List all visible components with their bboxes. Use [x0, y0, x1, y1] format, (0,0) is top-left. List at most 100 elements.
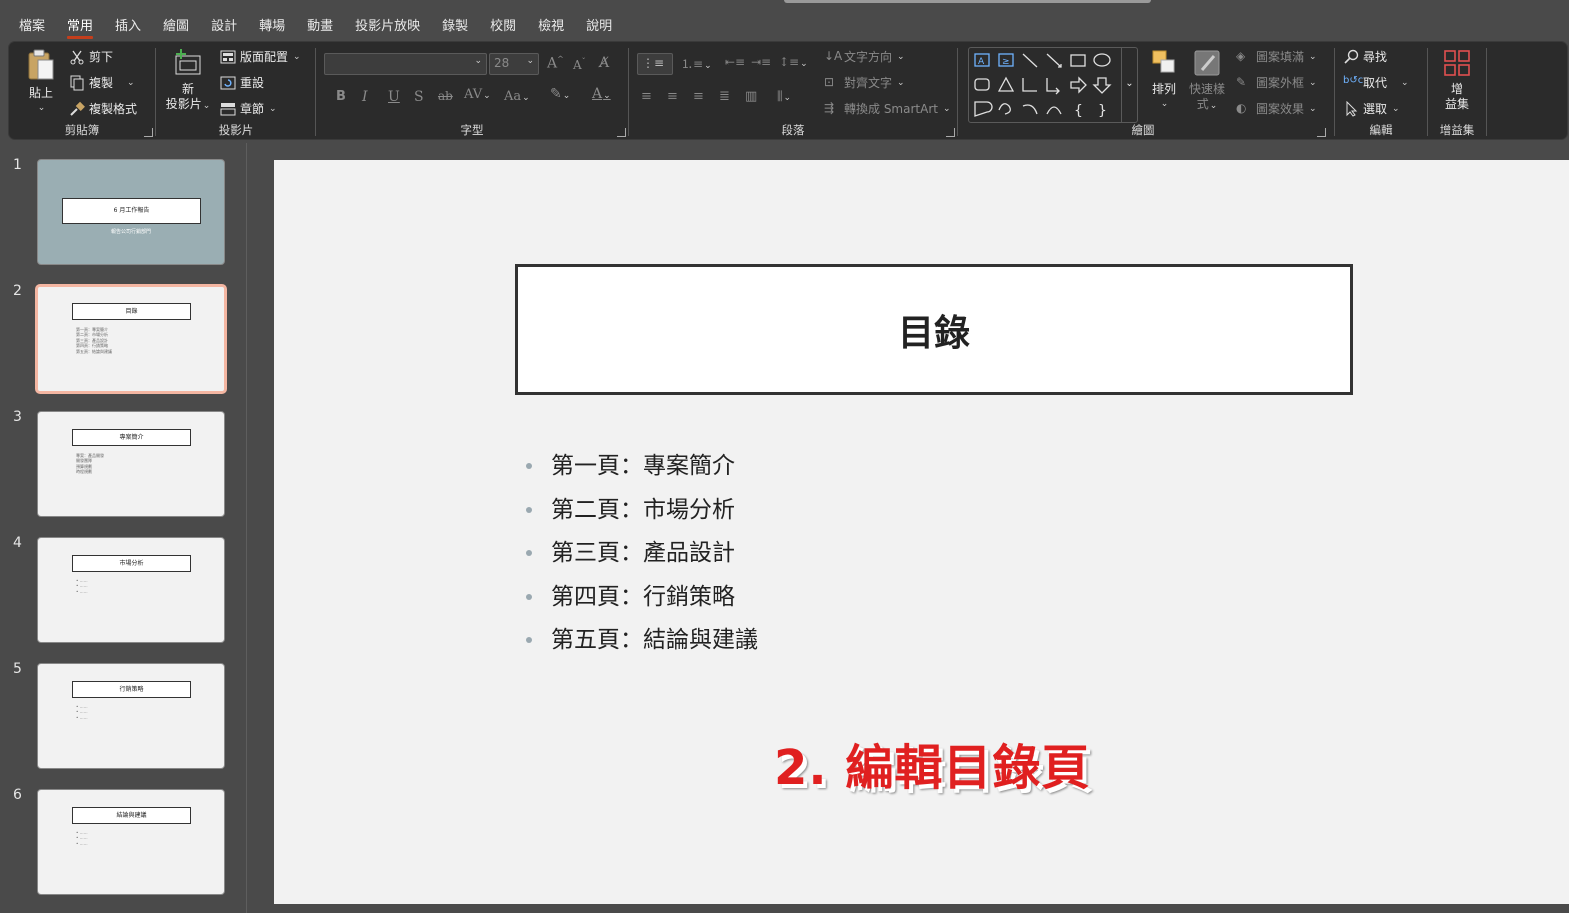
scissors-icon [69, 49, 85, 65]
shape-fill-label: 圖案填滿 [1256, 50, 1305, 64]
paint-bucket-icon: ◈ [1236, 48, 1246, 63]
font-name-combo[interactable]: ⌄ [324, 53, 487, 75]
replace-button[interactable]: b↺c 取代 ⌄ [1343, 74, 1409, 91]
paste-button[interactable]: 貼上 ⌄ [21, 48, 61, 116]
chevron-down-icon[interactable]: ⌄ [1309, 78, 1317, 88]
thumb-line: • …… [76, 588, 88, 594]
select-button[interactable]: 選取 ⌄ [1343, 100, 1400, 117]
slide-thumbnail-2[interactable]: 目錄 第一頁：專案簡介 第二頁：市場分析 第三頁：產品設計 第四頁：行銷策略 第… [36, 285, 226, 393]
layout-button[interactable]: 版面配置 ⌄ [220, 48, 301, 65]
cut-button[interactable]: 剪下 [69, 48, 113, 65]
chevron-down-icon[interactable]: ⌄ [127, 78, 135, 88]
tab-help[interactable]: 說明 [575, 15, 623, 39]
chevron-down-icon[interactable]: ⌄ [1210, 101, 1218, 111]
font-group: ⌄ 28 ⌄ A^ Aˇ A̸ B I U S ab AV⌄ Aa⌄ ✎⌄ A⌄… [316, 42, 628, 141]
chevron-down-icon[interactable]: ⌄ [203, 101, 211, 111]
tab-record[interactable]: 錄製 [431, 15, 479, 39]
tab-home[interactable]: 常用 [56, 15, 104, 39]
slide-title-placeholder[interactable]: 目錄 [515, 264, 1353, 395]
chevron-down-icon[interactable]: ⌄ [1309, 104, 1317, 114]
reset-button[interactable]: 重設 [220, 74, 264, 91]
clear-format-icon[interactable]: A̸ [599, 55, 609, 71]
char-spacing-icon[interactable]: AV⌄ [464, 87, 491, 102]
italic-icon[interactable]: I [362, 89, 368, 105]
chevron-down-icon[interactable]: ⌄ [526, 56, 534, 66]
new-slide-button[interactable]: 新 投影片⌄ [164, 48, 212, 114]
ribbon: 貼上 ⌄ 剪下 複製 ⌄ 複製格式 剪貼簿 新 投影片⌄ 版面配置 ⌄ 重設 章… [8, 41, 1568, 140]
bullets-button[interactable]: ⋮≡ [637, 53, 673, 75]
tab-draw[interactable]: 繪圖 [152, 15, 200, 39]
shape-effects-button[interactable]: ◐ 圖案效果 ⌄ [1236, 100, 1317, 117]
addins-label-2: 益集 [1444, 97, 1469, 111]
line-spacing-icon[interactable]: ↕≡⌄ [779, 55, 808, 69]
slide-thumbnail-4[interactable]: 市場分析 • …… • …… • …… [37, 537, 225, 643]
tab-slideshow[interactable]: 投影片放映 [344, 15, 431, 39]
font-color-icon[interactable]: A⌄ [592, 86, 611, 102]
paragraph-group: ⋮≡ ⒈≡⌄ ⇤≡ ⇥≡ ↕≡⌄ ≡ ≡ ≡ ≣ ▥ ⫼⌄ ↓A 文字方向 ⌄ … [629, 42, 957, 141]
chevron-down-icon[interactable]: ⌄ [897, 52, 905, 62]
gallery-more-icon[interactable]: ⌄ [1121, 48, 1137, 122]
tab-design[interactable]: 設計 [200, 15, 248, 39]
shapes-gallery[interactable]: A ≥ { } ⌄ [968, 47, 1138, 123]
tab-animations[interactable]: 動畫 [296, 15, 344, 39]
align-center-icon[interactable]: ≡ [667, 89, 678, 104]
slide-thumbnail-pane[interactable]: 1 6 月工作報告 報告公司行銷部門 2 目錄 第一頁：專案簡介 第二頁：市場分… [0, 143, 247, 913]
underline-icon[interactable]: U [388, 89, 400, 105]
distributed-icon[interactable]: ▥ [745, 89, 757, 104]
chevron-down-icon[interactable]: ⌄ [1401, 78, 1409, 88]
change-case-icon[interactable]: Aa⌄ [504, 89, 530, 104]
justify-icon[interactable]: ≣ [719, 89, 730, 104]
convert-smartart-button[interactable]: ⇶ 轉換成 SmartArt ⌄ [824, 100, 951, 117]
chevron-down-icon[interactable]: ⌄ [1392, 104, 1400, 114]
numbering-icon[interactable]: ⒈≡⌄ [681, 55, 712, 72]
slide-thumbnail-3[interactable]: 專案簡介 專案：產品開發 開發團隊 預算規劃 時程規劃 [37, 411, 225, 517]
copy-button[interactable]: 複製 ⌄ [69, 74, 135, 91]
align-left-icon[interactable]: ≡ [641, 89, 652, 104]
quick-styles-button[interactable]: 快速樣 式⌄ [1184, 48, 1230, 114]
slide-thumbnail-5[interactable]: 行銷策略 • …… • …… • …… [37, 663, 225, 769]
chevron-down-icon[interactable]: ⌄ [897, 78, 905, 88]
tab-file[interactable]: 檔案 [8, 15, 56, 39]
slide-canvas[interactable]: 目錄 第一頁：專案簡介 第二頁：市場分析 第三頁：產品設計 第四頁：行銷策略 第… [274, 160, 1569, 904]
paragraph-launcher-icon[interactable] [946, 128, 955, 137]
slide-thumbnail-1[interactable]: 6 月工作報告 報告公司行銷部門 [37, 159, 225, 265]
shrink-font-icon[interactable]: Aˇ [573, 57, 586, 72]
addins-button[interactable]: 增 益集 [1434, 48, 1480, 112]
font-launcher-icon[interactable] [617, 128, 626, 137]
bold-icon[interactable]: B [336, 89, 346, 104]
font-size-combo[interactable]: 28 ⌄ [489, 53, 539, 75]
tab-insert[interactable]: 插入 [104, 15, 152, 39]
arrange-button[interactable]: 排列 ⌄ [1146, 48, 1182, 112]
align-text-label: 對齊文字 [844, 76, 893, 90]
increase-indent-icon[interactable]: ⇥≡ [751, 55, 771, 69]
align-text-button[interactable]: ⊡ 對齊文字 ⌄ [824, 74, 905, 91]
shape-outline-button[interactable]: ✎ 圖案外框 ⌄ [1236, 74, 1317, 91]
decrease-indent-icon[interactable]: ⇤≡ [725, 55, 745, 69]
clipboard-launcher-icon[interactable] [144, 128, 153, 137]
chevron-down-icon[interactable]: ⌄ [474, 56, 482, 66]
tab-review[interactable]: 校閱 [479, 15, 527, 39]
section-button[interactable]: 章節 ⌄ [220, 100, 277, 117]
drawing-launcher-icon[interactable] [1317, 128, 1326, 137]
slide-thumbnail-6[interactable]: 結論與建議 • …… • …… • …… [37, 789, 225, 895]
find-button[interactable]: 尋找 [1343, 48, 1387, 65]
shape-fill-button[interactable]: ◈ 圖案填滿 ⌄ [1236, 48, 1317, 65]
bullet-list[interactable]: 第一頁：專案簡介 第二頁：市場分析 第三頁：產品設計 第四頁：行銷策略 第五頁：… [524, 448, 758, 666]
format-painter-button[interactable]: 複製格式 [69, 100, 137, 117]
columns-icon[interactable]: ⫼⌄ [777, 89, 791, 104]
shadow-icon[interactable]: S [414, 89, 424, 105]
text-direction-button[interactable]: ↓A 文字方向 ⌄ [824, 48, 905, 65]
cut-label: 剪下 [89, 50, 114, 64]
align-right-icon[interactable]: ≡ [693, 89, 704, 104]
chevron-down-icon[interactable]: ⌄ [1309, 52, 1317, 62]
tab-transitions[interactable]: 轉場 [248, 15, 296, 39]
chevron-down-icon[interactable]: ⌄ [943, 104, 951, 114]
chevron-down-icon[interactable]: ⌄ [1147, 97, 1182, 112]
chevron-down-icon[interactable]: ⌄ [22, 101, 61, 116]
strikethrough-icon[interactable]: ab [438, 89, 453, 103]
grow-font-icon[interactable]: A^ [547, 55, 564, 72]
tab-view[interactable]: 檢視 [527, 15, 575, 39]
chevron-down-icon[interactable]: ⌄ [269, 104, 277, 114]
highlight-icon[interactable]: ✎⌄ [550, 86, 570, 102]
chevron-down-icon[interactable]: ⌄ [293, 52, 301, 62]
